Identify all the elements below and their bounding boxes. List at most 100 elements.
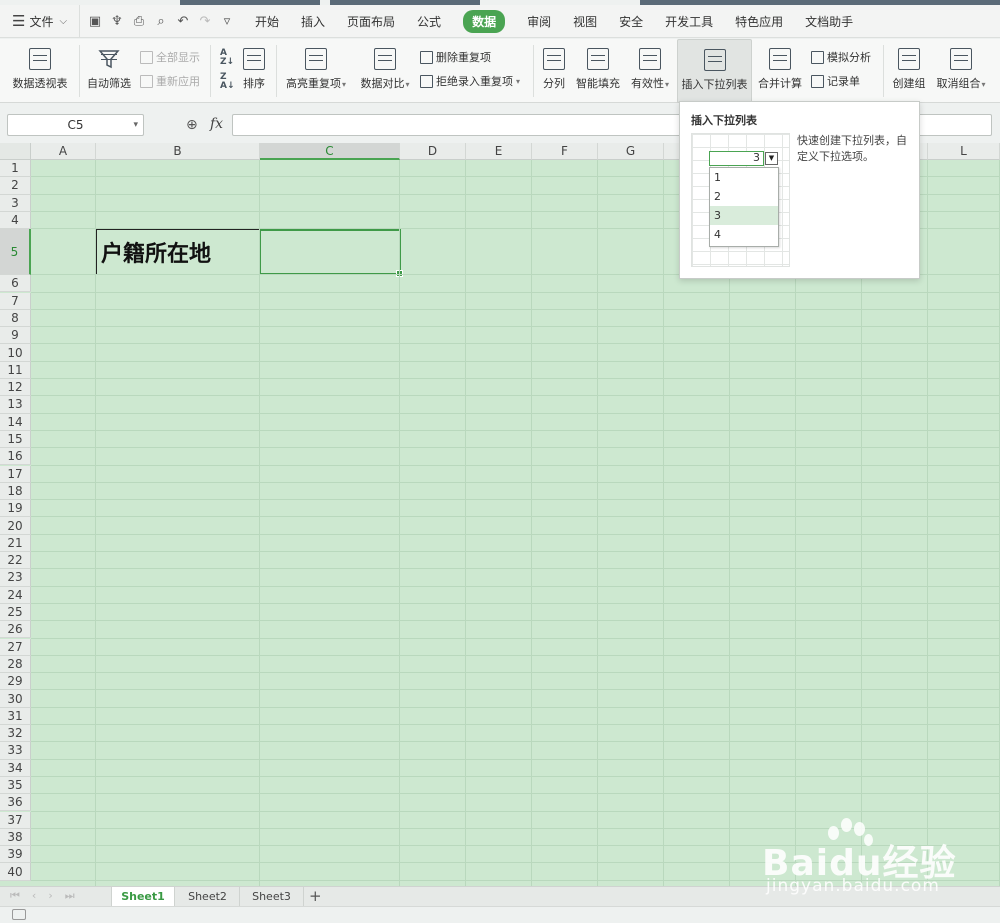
column-header-g[interactable]: G (598, 143, 664, 160)
row-header-22[interactable]: 22 (0, 552, 31, 570)
tab-5[interactable]: 审阅 (516, 5, 562, 38)
row-header-8[interactable]: 8 (0, 309, 31, 328)
row-header-28[interactable]: 28 (0, 655, 31, 674)
tab-9[interactable]: 特色应用 (724, 5, 794, 38)
zoom-search-icon[interactable]: ⊕ (186, 117, 198, 133)
row-header-21[interactable]: 21 (0, 534, 31, 552)
row-header-1[interactable]: 1 (0, 160, 31, 178)
column-header-l[interactable]: L (928, 143, 1000, 160)
consolidate-button[interactable]: 合并计算 (756, 39, 804, 103)
tab-10[interactable]: 文档助手 (794, 5, 864, 38)
reject-duplicates-button[interactable]: 拒绝录入重复项 ▾ (420, 72, 520, 90)
row-header-36[interactable]: 36 (0, 794, 31, 812)
tab-8[interactable]: 开发工具 (654, 5, 724, 38)
row-header-5[interactable]: 5 (0, 229, 31, 276)
tab-6[interactable]: 视图 (562, 5, 608, 38)
print-icon[interactable]: ⎙ (132, 14, 146, 29)
name-box[interactable]: C5 ▾ (7, 114, 144, 136)
sheet-tab-3[interactable]: Sheet3 (240, 887, 304, 906)
validity-button[interactable]: 有效性▾ (627, 39, 673, 103)
column-header-f[interactable]: F (532, 143, 598, 160)
tab-0[interactable]: 开始 (244, 5, 290, 38)
row-header-25[interactable]: 25 (0, 603, 31, 622)
row-header-37[interactable]: 37 (0, 811, 31, 829)
row-header-24[interactable]: 24 (0, 586, 31, 604)
cell-c5-selected[interactable] (259, 229, 403, 277)
row-header-15[interactable]: 15 (0, 430, 31, 449)
prev-sheet-icon[interactable]: ‹ (32, 889, 36, 903)
row-header-26[interactable]: 26 (0, 621, 31, 639)
sheet-tab-1[interactable]: Sheet1 (111, 887, 175, 906)
pivot-table-button[interactable]: 数据透视表 (6, 39, 74, 103)
record-form-button[interactable]: 记录单 (811, 72, 860, 90)
file-menu-button[interactable]: ☰ 文件 ⌵ (0, 4, 80, 38)
create-group-button[interactable]: 创建组 (889, 39, 929, 103)
next-sheet-icon[interactable]: › (48, 889, 52, 903)
row-header-17[interactable]: 17 (0, 465, 31, 483)
tab-2[interactable]: 页面布局 (336, 5, 406, 38)
sort-ascending-icon[interactable]: A Z↓ (220, 49, 234, 67)
reapply-button[interactable]: 重新应用 (140, 72, 200, 90)
row-header-2[interactable]: 2 (0, 177, 31, 195)
tab-4[interactable]: 数据 (452, 5, 516, 38)
row-header-7[interactable]: 7 (0, 292, 31, 310)
row-header-19[interactable]: 19 (0, 500, 31, 518)
data-compare-button[interactable]: 数据对比▾ (356, 39, 414, 103)
split-column-button[interactable]: 分列 (538, 39, 570, 103)
redo-icon[interactable]: ↷ (198, 14, 212, 29)
print-preview-icon[interactable]: ⌕ (154, 14, 168, 29)
sort-descending-icon[interactable]: Z A↓ (220, 73, 235, 91)
insert-dropdown-list-button[interactable]: 插入下拉列表 (677, 39, 752, 103)
row-header-16[interactable]: 16 (0, 448, 31, 466)
ungroup-button[interactable]: 取消组合▾ (933, 39, 989, 103)
row-header-14[interactable]: 14 (0, 413, 31, 431)
column-header-b[interactable]: B (96, 143, 260, 160)
tab-3[interactable]: 公式 (406, 5, 452, 38)
row-header-20[interactable]: 20 (0, 517, 31, 535)
row-header-30[interactable]: 30 (0, 690, 31, 708)
chevron-down-icon[interactable]: ▾ (133, 120, 138, 130)
save-icon[interactable]: ▣ (88, 14, 102, 29)
select-all-corner[interactable] (0, 143, 31, 160)
last-sheet-icon[interactable]: ⏭ (65, 889, 75, 903)
row-header-6[interactable]: 6 (0, 275, 31, 293)
column-header-d[interactable]: D (400, 143, 466, 160)
undo-icon[interactable]: ↶ (176, 14, 190, 29)
row-header-32[interactable]: 32 (0, 725, 31, 743)
tab-1[interactable]: 插入 (290, 5, 336, 38)
row-header-27[interactable]: 27 (0, 638, 31, 656)
first-sheet-icon[interactable]: ⏮ (10, 889, 20, 903)
row-header-39[interactable]: 39 (0, 846, 31, 864)
remove-duplicates-button[interactable]: 删除重复项 (420, 48, 491, 66)
row-header-11[interactable]: 11 (0, 361, 31, 379)
row-header-33[interactable]: 33 (0, 742, 31, 760)
row-header-40[interactable]: 40 (0, 863, 31, 881)
row-header-3[interactable]: 3 (0, 194, 31, 212)
row-header-31[interactable]: 31 (0, 707, 31, 725)
what-if-analysis-button[interactable]: 模拟分析 (811, 48, 871, 66)
column-header-a[interactable]: A (31, 143, 96, 160)
row-header-23[interactable]: 23 (0, 569, 31, 587)
format-painter-icon[interactable]: ♆ (110, 14, 124, 29)
customize-toolbar-icon[interactable]: ▿ (220, 14, 234, 29)
row-header-18[interactable]: 18 (0, 482, 31, 501)
row-header-9[interactable]: 9 (0, 327, 31, 345)
tab-7[interactable]: 安全 (608, 5, 654, 38)
row-header-34[interactable]: 34 (0, 759, 31, 777)
status-view-icon[interactable] (12, 909, 26, 920)
row-header-35[interactable]: 35 (0, 776, 31, 795)
add-sheet-icon[interactable]: + (309, 887, 322, 905)
row-header-4[interactable]: 4 (0, 211, 31, 230)
column-header-c[interactable]: C (260, 143, 400, 160)
row-header-29[interactable]: 29 (0, 673, 31, 691)
cell-b5[interactable]: 户籍所在地 (96, 229, 260, 275)
show-all-button[interactable]: 全部显示 (140, 48, 200, 66)
auto-filter-button[interactable]: 自动筛选 (84, 39, 134, 103)
column-header-e[interactable]: E (466, 143, 532, 160)
sheet-tab-2[interactable]: Sheet2 (176, 887, 240, 906)
fx-icon[interactable]: fx (210, 116, 223, 132)
highlight-duplicates-button[interactable]: 高亮重复项▾ (282, 39, 350, 103)
row-header-38[interactable]: 38 (0, 828, 31, 847)
row-header-13[interactable]: 13 (0, 396, 31, 414)
sort-button[interactable]: 排序 (238, 39, 270, 103)
